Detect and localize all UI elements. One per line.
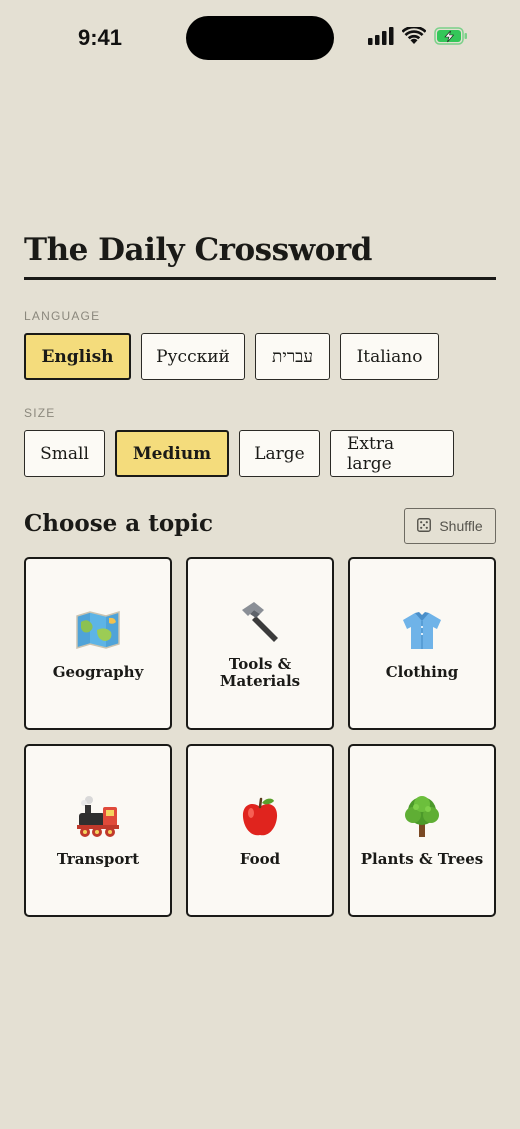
topic-card-transport[interactable]: Transport <box>24 744 172 917</box>
topic-label-transport: Transport <box>56 850 140 868</box>
status-time: 9:41 <box>78 25 123 50</box>
topic-label-plants-trees: Plants & Trees <box>360 850 484 868</box>
shuffle-label: Shuffle <box>439 518 483 534</box>
topic-label-geography: Geography <box>52 663 144 681</box>
topic-label-clothing: Clothing <box>385 663 459 681</box>
language-options: English Русский עברית Italiano <box>24 333 439 380</box>
topic-card-clothing[interactable]: Clothing <box>348 557 496 730</box>
topic-card-tools-materials[interactable]: Tools & Materials <box>186 557 334 730</box>
cellular-signal-icon <box>368 27 394 45</box>
train-icon <box>75 793 121 841</box>
shuffle-button[interactable]: Shuffle <box>404 508 496 544</box>
shirt-icon <box>401 606 443 654</box>
language-option-hebrew[interactable]: עברית <box>255 333 330 380</box>
size-label: SIZE <box>24 406 56 420</box>
language-option-italian[interactable]: Italiano <box>340 333 439 380</box>
hammer-icon <box>238 598 282 646</box>
map-icon <box>75 606 121 654</box>
title-divider <box>24 277 496 280</box>
size-options: Small Medium Large Extra large <box>24 430 454 477</box>
dice-icon <box>417 517 432 535</box>
topic-label-food: Food <box>239 850 281 868</box>
page-title: The Daily Crossword <box>24 232 372 268</box>
language-option-english[interactable]: English <box>24 333 131 380</box>
status-icons <box>368 27 468 45</box>
size-option-small[interactable]: Small <box>24 430 105 477</box>
wifi-icon <box>402 27 426 45</box>
size-option-large[interactable]: Large <box>239 430 320 477</box>
topic-card-plants-trees[interactable]: Plants & Trees <box>348 744 496 917</box>
topic-label-tools-materials: Tools & Materials <box>219 654 301 690</box>
topic-card-geography[interactable]: Geography <box>24 557 172 730</box>
language-label: LANGUAGE <box>24 309 101 323</box>
size-option-extra-large[interactable]: Extra large <box>330 430 454 477</box>
topic-grid: Geography Tools & Materials Clothing Tra… <box>24 557 496 917</box>
language-option-russian[interactable]: Русский <box>141 333 245 380</box>
apple-icon <box>239 793 281 841</box>
battery-charging-icon <box>434 27 468 45</box>
status-bar: 9:41 <box>0 0 520 80</box>
topic-card-food[interactable]: Food <box>186 744 334 917</box>
size-option-medium[interactable]: Medium <box>115 430 229 477</box>
tree-icon <box>401 793 443 841</box>
dynamic-island <box>186 16 334 60</box>
topic-heading: Choose a topic <box>24 510 213 537</box>
